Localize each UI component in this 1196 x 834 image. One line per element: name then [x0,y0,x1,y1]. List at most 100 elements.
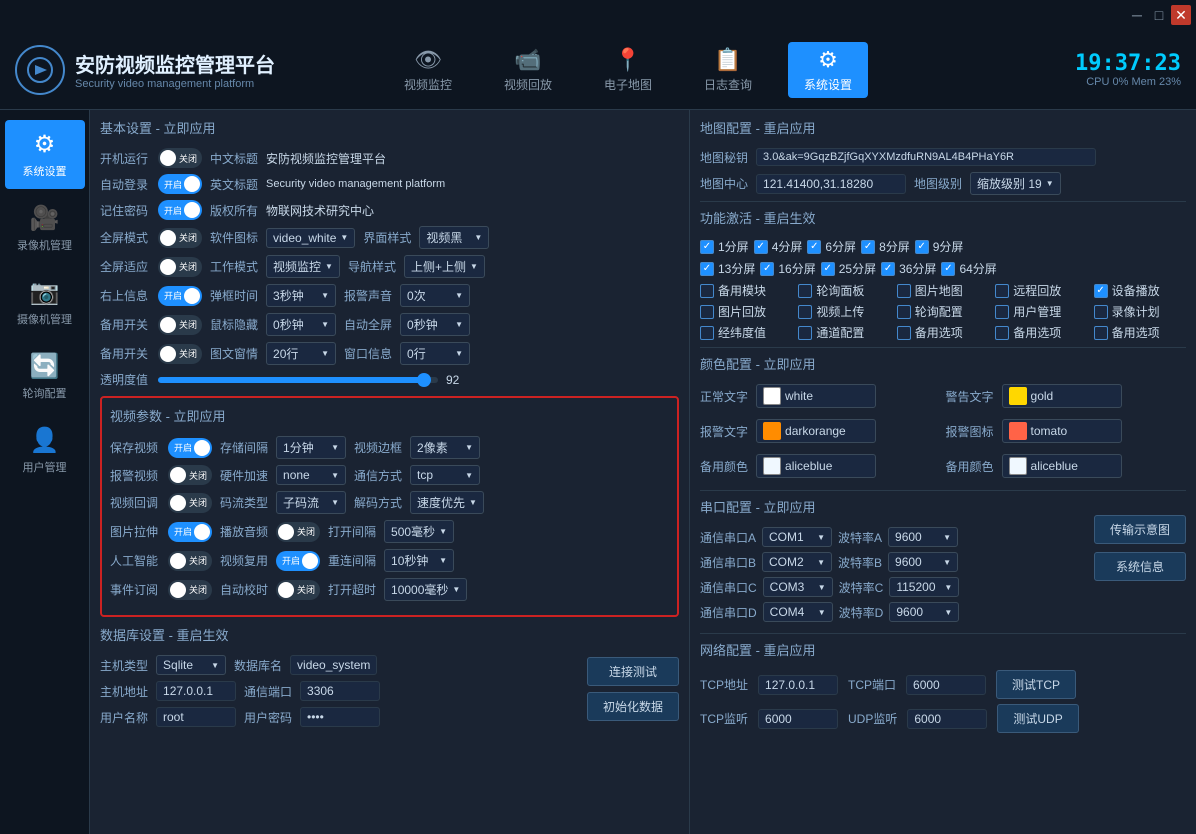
commtype-select[interactable]: tcp [410,465,480,485]
boot-toggle[interactable]: 关闭 [158,148,202,168]
feat-record-plan-box[interactable] [1094,305,1108,319]
wininfo-select[interactable]: 0行 [400,342,470,365]
streamtype-select[interactable]: 子码流 [276,491,346,514]
nav-item-playback[interactable]: 📹 视频回放 [488,42,568,98]
feat-channel-config-box[interactable] [798,326,812,340]
autoclock-toggle[interactable]: 关闭 [276,580,320,600]
baudC-select[interactable]: 115200 [889,577,959,597]
close-button[interactable]: ✕ [1171,5,1191,25]
udp-listen-field[interactable]: 6000 [907,709,987,729]
baudA-select[interactable]: 9600 [888,527,958,547]
feat-device-play-box[interactable] [1094,284,1108,298]
playaudio-toggle[interactable]: 关闭 [276,522,320,542]
autofull-select[interactable]: 0秒钟 [400,313,470,336]
check-25-box[interactable] [821,262,835,276]
alarm-text-color-field[interactable]: gold [1002,384,1122,408]
port-field[interactable]: 3306 [300,681,380,701]
reconnect-select[interactable]: 10秒钟 [384,549,454,572]
hosttype-select[interactable]: Sqlite [156,655,226,675]
warning-text-color-field[interactable]: darkorange [756,419,876,443]
check-6-box[interactable] [807,240,821,254]
fullscreen-toggle[interactable]: 关闭 [158,228,202,248]
openinterval-select[interactable]: 500毫秒 [384,520,454,543]
workmode-select[interactable]: 视频监控 [266,255,340,278]
maximize-button[interactable]: □ [1149,5,1169,25]
baudD-select[interactable]: 9600 [889,602,959,622]
check-36-box[interactable] [881,262,895,276]
fullfit-toggle[interactable]: 关闭 [158,257,202,277]
topright-toggle[interactable]: 开启 [158,286,202,306]
mapkey-field[interactable]: 3.0&ak=9GqzBZjfGqXYXMzdfuRN9AL4B4PHaY6R [756,148,1096,166]
check-64-box[interactable] [941,262,955,276]
transfer-diagram-btn[interactable]: 传输示意图 [1094,515,1186,544]
test-udp-btn[interactable]: 测试UDP [997,704,1078,733]
minimize-button[interactable]: ─ [1127,5,1147,25]
autologin-toggle[interactable]: 开启 [158,174,202,194]
check-4-box[interactable] [754,240,768,254]
savevideo-toggle[interactable]: 开启 [168,438,212,458]
stretch-toggle[interactable]: 开启 [168,522,212,542]
sidebar-item-config[interactable]: 🔄 轮询配置 [5,342,85,411]
nav-item-settings[interactable]: ⚙ 系统设置 [788,42,868,98]
host-field[interactable]: 127.0.0.1 [156,681,236,701]
feat-user-mgmt-box[interactable] [995,305,1009,319]
check-16-box[interactable] [760,262,774,276]
mousehide-select[interactable]: 0秒钟 [266,313,336,336]
nav-item-map[interactable]: 📍 电子地图 [588,42,668,98]
feat-remote-playback-box[interactable] [995,284,1009,298]
portB-select[interactable]: COM2 [762,552,832,572]
storageinterval-select[interactable]: 1分钟 [276,436,346,459]
transparency-slider[interactable] [158,377,438,383]
softicon-select[interactable]: video_white [266,228,355,248]
init-data-btn[interactable]: 初始化数据 [587,692,679,721]
check-13-box[interactable] [700,262,714,276]
check-1-box[interactable] [700,240,714,254]
decodetype-select[interactable]: 速度优先 [410,491,484,514]
uistyle-select[interactable]: 视频黑 [419,226,489,249]
normal-text-color-field[interactable]: white [756,384,876,408]
dbname-field[interactable]: video_system [290,655,377,675]
spare-color1-field[interactable]: aliceblue [756,454,876,478]
videocb-toggle[interactable]: 关闭 [168,493,212,513]
spare-color2-field[interactable]: aliceblue [1002,454,1122,478]
opentimeout-select[interactable]: 10000毫秒 [384,578,467,601]
connect-test-btn[interactable]: 连接测试 [587,657,679,686]
portC-select[interactable]: COM3 [763,577,833,597]
mapcenter-field[interactable]: 121.41400,31.18280 [756,174,906,194]
maplevel-select[interactable]: 缩放级别 19 [970,172,1061,195]
tcp-addr-field[interactable]: 127.0.0.1 [758,675,838,695]
tcp-listen-field[interactable]: 6000 [758,709,838,729]
baudB-select[interactable]: 9600 [888,552,958,572]
spare1-toggle[interactable]: 关闭 [158,315,202,335]
sidebar-item-system[interactable]: ⚙ 系统设置 [5,120,85,189]
feat-spare3-box[interactable] [1094,326,1108,340]
event-toggle[interactable]: 关闭 [168,580,212,600]
portA-select[interactable]: COM1 [762,527,832,547]
user-field[interactable]: root [156,707,236,727]
feat-photo-map-box[interactable] [897,284,911,298]
rememberpass-toggle[interactable]: 开启 [158,200,202,220]
sysinfo-btn[interactable]: 系统信息 [1094,552,1186,581]
alarmvideo-toggle[interactable]: 关闭 [168,465,212,485]
feat-spare-module-box[interactable] [700,284,714,298]
warning-icon-color-field[interactable]: tomato [1002,419,1122,443]
test-tcp-btn[interactable]: 测试TCP [996,670,1076,699]
feat-spare2-box[interactable] [995,326,1009,340]
pwd-field[interactable]: •••• [300,707,380,727]
sidebar-item-users[interactable]: 👤 用户管理 [5,416,85,485]
feat-patrol-panel-box[interactable] [798,284,812,298]
tcp-port-field[interactable]: 6000 [906,675,986,695]
feat-patrol-config-box[interactable] [897,305,911,319]
navstyle-select[interactable]: 上侧+上侧 [404,255,485,278]
alarmsound-select[interactable]: 0次 [400,284,470,307]
videoborder-select[interactable]: 2像素 [410,436,480,459]
feat-coords-box[interactable] [700,326,714,340]
ai-toggle[interactable]: 关闭 [168,551,212,571]
slider-thumb[interactable] [417,373,431,387]
videomux-toggle[interactable]: 开启 [276,551,320,571]
spare2-toggle[interactable]: 关闭 [158,344,202,364]
nav-item-monitor[interactable]: 👁 视频监控 [388,42,468,98]
poptime-select[interactable]: 3秒钟 [266,284,336,307]
feat-spare1-box[interactable] [897,326,911,340]
check-8-box[interactable] [861,240,875,254]
